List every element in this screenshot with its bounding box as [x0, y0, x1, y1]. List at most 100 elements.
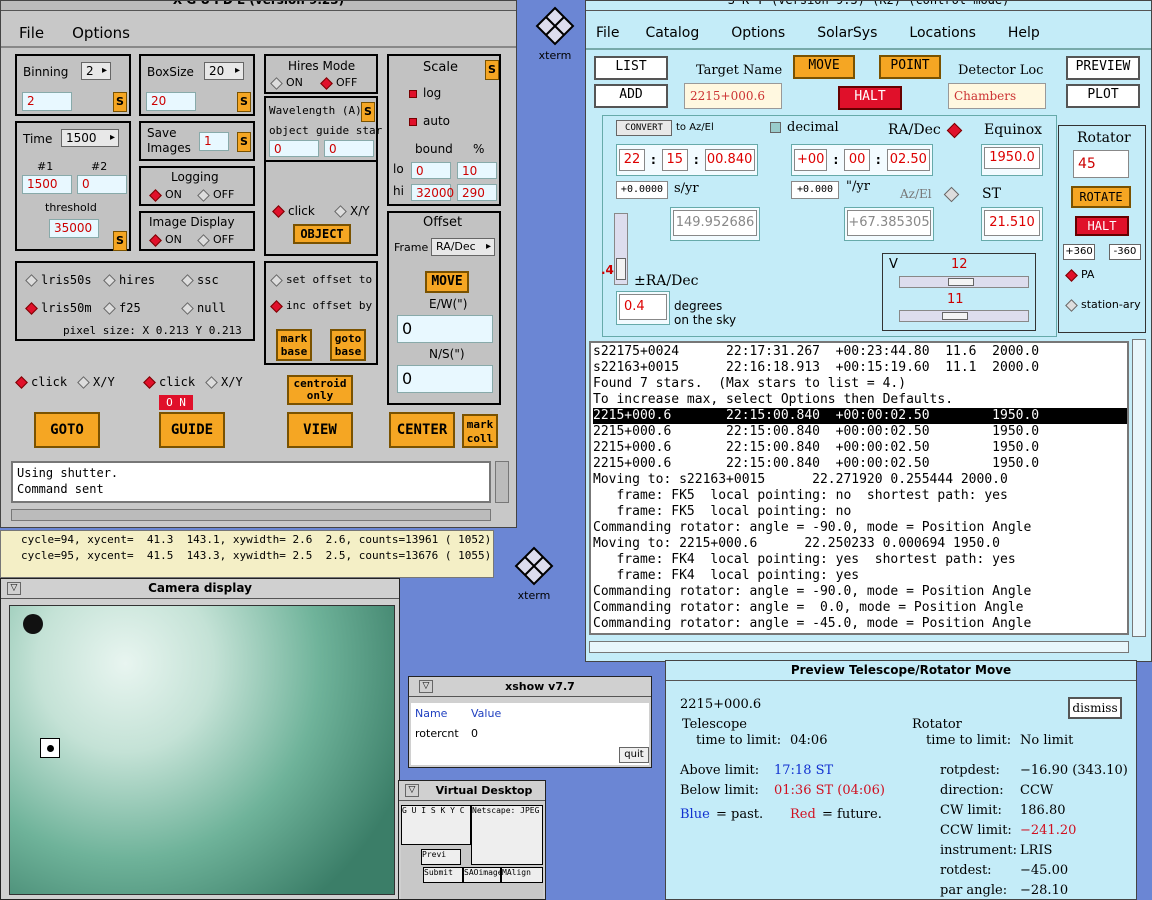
dec-seconds[interactable]: 02.50: [886, 149, 930, 171]
close-icon[interactable]: ▽: [419, 680, 433, 693]
logging-on-radio[interactable]: ON: [149, 188, 182, 202]
auto-checkbox[interactable]: auto: [409, 114, 450, 128]
inst-f25-radio[interactable]: f25: [103, 301, 141, 315]
ra-rate-field[interactable]: +0.0000: [616, 181, 668, 199]
equinox-field[interactable]: 1950.0: [984, 147, 1040, 169]
output-line[interactable]: 2215+000.6 22:15:00.840 +00:00:02.50 195…: [593, 408, 1127, 424]
ra-seconds[interactable]: 00.840: [704, 149, 755, 171]
ew-field[interactable]: 0: [397, 315, 493, 343]
menu-options[interactable]: Options: [58, 24, 144, 42]
dismiss-button[interactable]: dismiss: [1068, 697, 1122, 719]
output-line[interactable]: Moving to: s22163+0015 22.271920 0.25544…: [593, 472, 1127, 488]
logging-off-radio[interactable]: OFF: [197, 188, 234, 202]
object-xy-radio[interactable]: X/Y: [334, 204, 370, 218]
inst-lris50m-radio[interactable]: lris50m: [25, 301, 92, 315]
xterm-icon[interactable]: xterm: [535, 6, 575, 64]
output-line[interactable]: Moving to: 2215+000.6 22.250233 0.000694…: [593, 536, 1127, 552]
center-button[interactable]: CENTER: [389, 412, 455, 448]
target-name-field[interactable]: 2215+000.6: [684, 83, 782, 109]
inst-null-radio[interactable]: null: [181, 301, 226, 315]
scale-set-button[interactable]: S: [485, 60, 499, 80]
object-button[interactable]: OBJECT: [293, 224, 351, 244]
decimal-checkbox[interactable]: decimal: [770, 120, 839, 135]
xterm-icon[interactable]: xterm: [512, 546, 556, 608]
rotator-halt-button[interactable]: HALT: [1075, 216, 1129, 236]
output-line[interactable]: frame: FK5 local pointing: no shortest p…: [593, 488, 1127, 504]
lo-bound-field[interactable]: 0: [411, 162, 451, 179]
point-button[interactable]: POINT: [879, 55, 941, 79]
offset-slider-thumb[interactable]: [616, 258, 626, 280]
dec-degrees[interactable]: +00: [794, 149, 828, 171]
view-xy-radio[interactable]: X/Y: [205, 375, 243, 389]
stationary-radio[interactable]: station-ary: [1065, 298, 1145, 312]
convert-button[interactable]: CONVERT: [616, 120, 672, 136]
close-icon[interactable]: ▽: [405, 784, 419, 797]
threshold-field[interactable]: 35000: [49, 219, 99, 238]
save-images-field[interactable]: 1: [199, 132, 229, 151]
output-line[interactable]: s22175+0024 22:17:31.267 +00:23:44.80 11…: [593, 344, 1127, 360]
goto-base-button[interactable]: goto base: [330, 329, 366, 361]
minus360-button[interactable]: -360: [1109, 244, 1141, 260]
time-select[interactable]: 1500: [61, 129, 119, 147]
close-icon[interactable]: ▽: [7, 582, 21, 595]
rotator-value[interactable]: 45: [1073, 150, 1129, 178]
time-set-button[interactable]: S: [113, 231, 127, 251]
pa-radio[interactable]: PA: [1065, 268, 1094, 282]
output-line[interactable]: 2215+000.6 22:15:00.840 +00:00:02.50 195…: [593, 424, 1127, 440]
move-button[interactable]: MOVE: [793, 55, 855, 79]
lo-pct-field[interactable]: 10: [457, 162, 497, 179]
offset-slider[interactable]: [614, 213, 628, 285]
menu-file[interactable]: File: [5, 24, 58, 42]
ra-minutes[interactable]: 15: [661, 149, 688, 171]
hires-on-radio[interactable]: ON: [270, 76, 303, 90]
azel-radio[interactable]: Az/El: [900, 186, 962, 203]
guide-star-marker[interactable]: [40, 738, 60, 758]
preview-button[interactable]: PREVIEW: [1066, 56, 1140, 80]
view-button[interactable]: VIEW: [287, 412, 353, 448]
imgdisp-on-radio[interactable]: ON: [149, 233, 182, 247]
menu-catalog[interactable]: Catalog: [629, 25, 715, 41]
menu-locations[interactable]: Locations: [893, 25, 992, 41]
guide-button[interactable]: GUIDE: [159, 412, 225, 448]
add-button[interactable]: ADD: [594, 84, 668, 108]
output-line[interactable]: frame: FK4 local pointing: yes: [593, 568, 1127, 584]
binning-select[interactable]: 2: [81, 62, 111, 80]
log-checkbox[interactable]: log: [409, 86, 441, 100]
v1-slider[interactable]: [899, 276, 1029, 288]
log-hscrollbar[interactable]: [11, 509, 491, 521]
guide-wavelength-field[interactable]: 0: [324, 140, 374, 157]
boxsize-field[interactable]: 20: [146, 92, 196, 111]
inc-offset-radio[interactable]: inc offset by: [270, 299, 372, 313]
mark-base-button[interactable]: mark base: [276, 329, 312, 361]
goto-button[interactable]: GOTO: [34, 412, 100, 448]
output-line[interactable]: 2215+000.6 22:15:00.840 +00:00:02.50 195…: [593, 440, 1127, 456]
dec-minutes[interactable]: 00: [844, 149, 870, 171]
view-click-radio[interactable]: click: [143, 375, 195, 389]
output-line[interactable]: Commanding rotator: angle = -90.0, mode …: [593, 520, 1127, 536]
sky-hscrollbar[interactable]: [589, 641, 1129, 653]
output-line[interactable]: frame: FK5 local pointing: no: [593, 504, 1127, 520]
v2-slider[interactable]: [899, 310, 1029, 322]
imgdisp-off-radio[interactable]: OFF: [197, 233, 234, 247]
centroid-only-button[interactable]: centroid only: [287, 375, 353, 405]
quit-button[interactable]: quit: [619, 747, 649, 763]
boxsize-select[interactable]: 20: [204, 62, 244, 80]
output-line[interactable]: frame: FK4 local pointing: yes shortest …: [593, 552, 1127, 568]
output-line[interactable]: Found 7 stars. (Max stars to list = 4.): [593, 376, 1127, 392]
frame-select[interactable]: RA/Dec: [431, 238, 495, 256]
hi-pct-field[interactable]: 290: [457, 184, 497, 201]
hires-off-radio[interactable]: OFF: [320, 76, 357, 90]
hi-bound-field[interactable]: 32000: [411, 184, 454, 201]
radec-radio[interactable]: RA/Dec: [888, 122, 965, 138]
halt-button[interactable]: HALT: [838, 86, 902, 110]
rotate-button[interactable]: ROTATE: [1071, 186, 1131, 208]
output-line[interactable]: 2215+000.6 22:15:00.840 +00:00:02.50 195…: [593, 456, 1127, 472]
menu-solarsys[interactable]: SolarSys: [801, 25, 893, 41]
inst-lris50s-radio[interactable]: lris50s: [25, 273, 92, 287]
boxsize-set-button[interactable]: S: [237, 92, 251, 112]
output-line[interactable]: Commanding rotator: angle = -45.0, mode …: [593, 616, 1127, 632]
object-wavelength-field[interactable]: 0: [269, 140, 319, 157]
offset-move-button[interactable]: MOVE: [425, 271, 469, 293]
menu-help[interactable]: Help: [992, 25, 1056, 41]
deg-field[interactable]: 0.4: [619, 294, 667, 320]
